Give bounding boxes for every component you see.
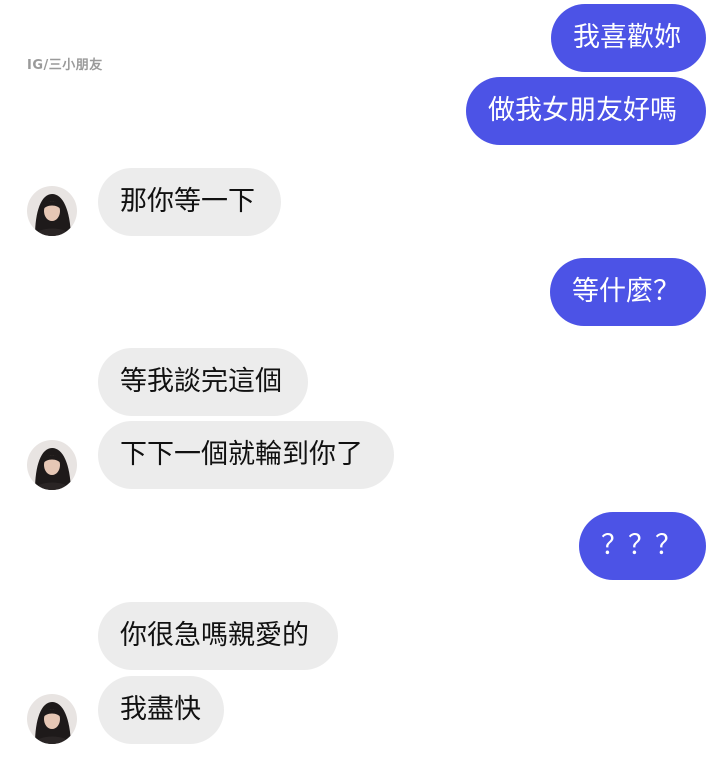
avatar-photo (27, 186, 77, 236)
avatar-photo (27, 440, 77, 490)
incoming-message-bubble[interactable]: 等我談完這個 (98, 348, 308, 416)
incoming-message-bubble[interactable]: 那你等一下 (98, 168, 281, 236)
outgoing-message-bubble[interactable]: 等什麼？ (550, 258, 706, 326)
contact-avatar[interactable] (27, 694, 77, 744)
outgoing-message-bubble[interactable]: 做我女朋友好嗎 (466, 77, 706, 145)
contact-avatar[interactable] (27, 440, 77, 490)
incoming-message-bubble[interactable]: 我盡快 (98, 676, 224, 744)
watermark: IG/三小朋友 (27, 58, 103, 73)
incoming-message-bubble[interactable]: 下下一個就輪到你了 (98, 421, 394, 489)
avatar-photo (27, 694, 77, 744)
incoming-message-bubble[interactable]: 你很急嗎親愛的 (98, 602, 338, 670)
contact-avatar[interactable] (27, 186, 77, 236)
outgoing-message-bubble[interactable]: 我喜歡妳 (551, 4, 706, 72)
outgoing-message-bubble[interactable]: ？？？ (579, 512, 706, 580)
